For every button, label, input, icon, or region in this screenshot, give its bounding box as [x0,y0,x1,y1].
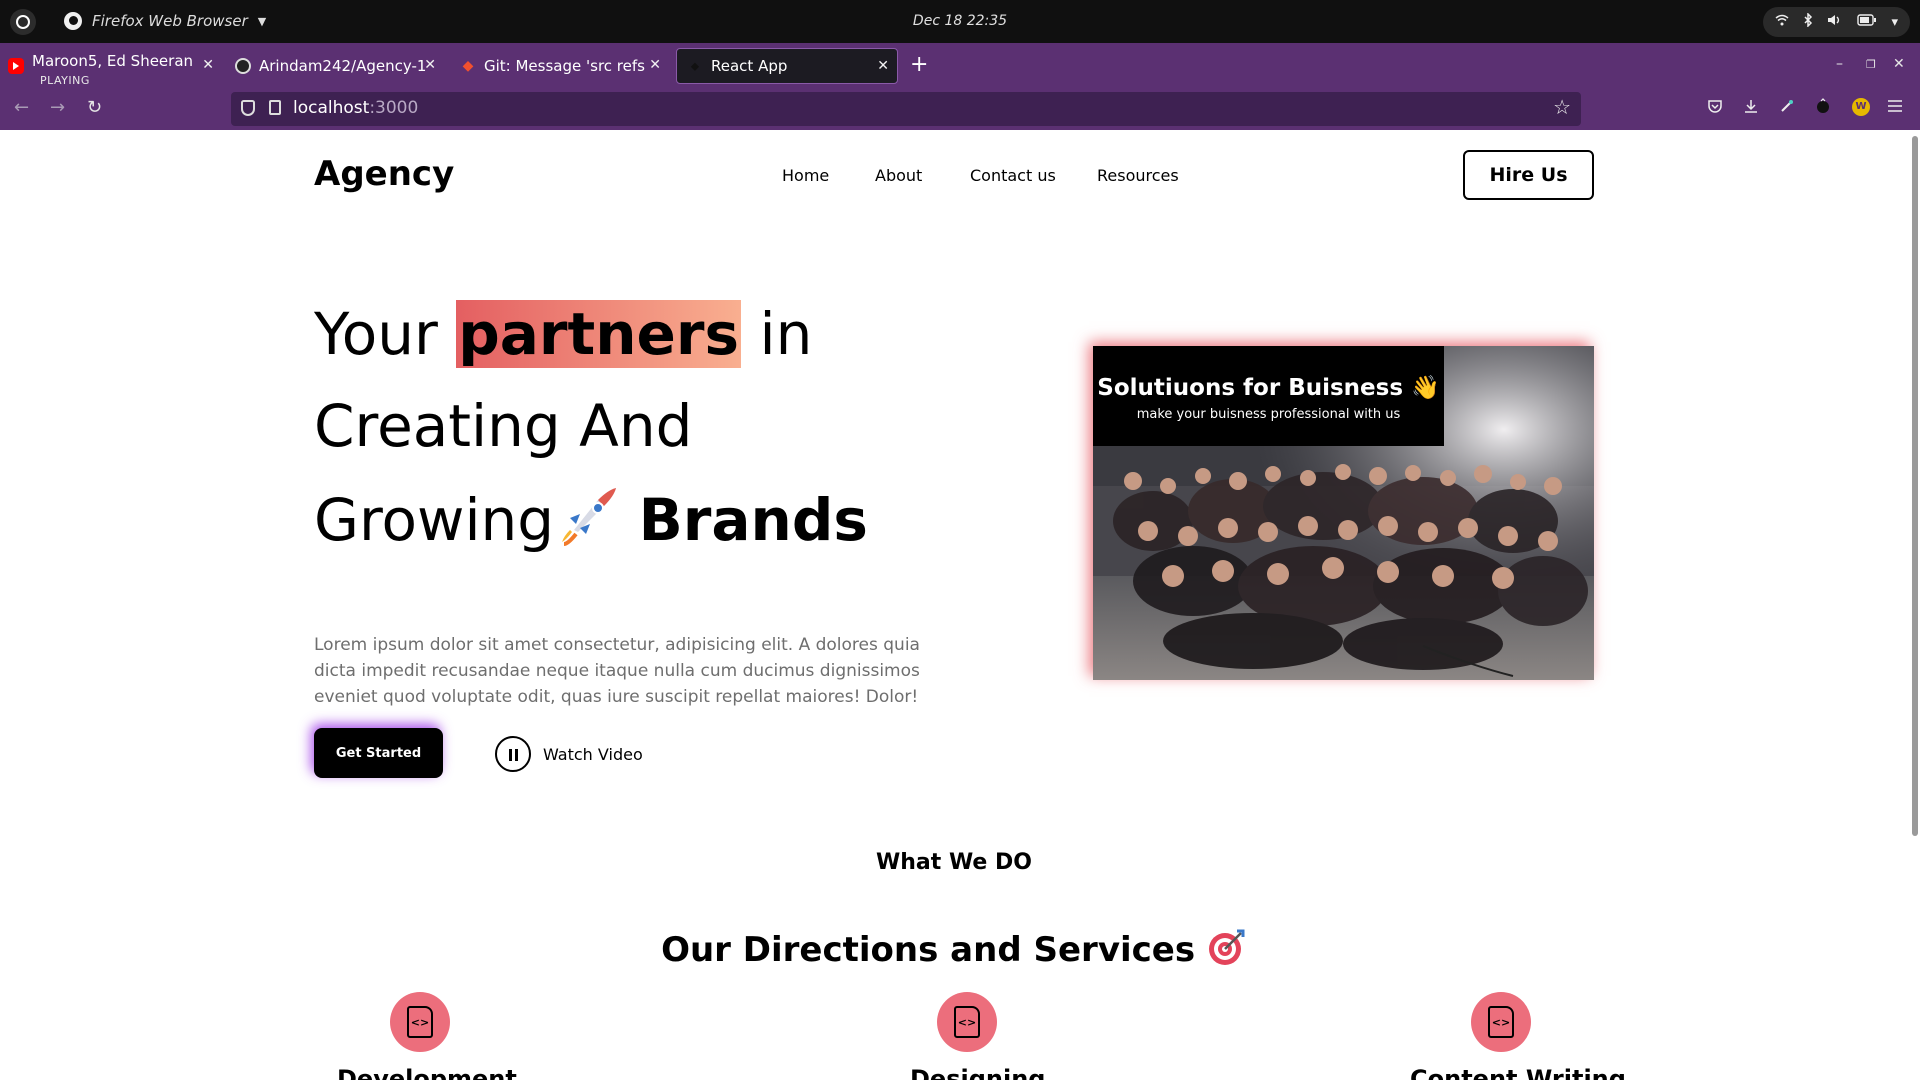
development-icon: <> [390,992,450,1052]
extension-icon[interactable] [1815,98,1831,118]
git-icon: ◆ [462,58,474,74]
watch-video-button[interactable]: Watch Video [495,736,643,772]
clock[interactable]: Dec 18 22:35 [0,13,1920,29]
hero-heading-line-1: Your partners in [314,300,813,368]
bluetooth-icon [1803,12,1813,31]
target-icon [1207,927,1247,967]
tab-strip: Maroon5, Ed Sheeran, PLAYING ✕ Arindam24… [0,43,1920,88]
hero-description: Lorem ipsum dolor sit amet consectetur, … [314,635,920,707]
highlighted-word: partners [456,300,742,368]
close-icon[interactable]: ✕ [877,58,889,74]
nav-link-resources[interactable]: Resources [1097,166,1179,185]
pocket-icon[interactable] [1707,98,1723,118]
bookmark-star-icon[interactable]: ☆ [1553,95,1571,119]
new-tab-button[interactable]: + [910,52,928,77]
page-icon[interactable] [269,100,281,115]
hero-heading-line-2: Creating And [314,392,693,460]
get-started-button[interactable]: Get Started [314,728,443,778]
tab-label: Git: Message 'src refs [484,57,645,75]
section-kicker: What We DO [876,850,1032,875]
tab-label: React App [711,57,788,75]
hero-heading-line-3: Growing Brands [314,484,868,554]
site-logo[interactable]: Agency [314,154,454,194]
content-writing-icon: <> [1471,992,1531,1052]
tab-playing-label: PLAYING [40,74,90,87]
page-viewport: Agency Home About Contact us Resources H… [0,130,1920,1080]
react-icon: ⬥ [690,58,700,73]
nav-link-home[interactable]: Home [782,166,829,185]
navigation-bar: ← → ↻ localhost:3000 ☆ W [0,88,1920,130]
tab-react-app[interactable]: ⬥ React App ✕ [676,48,898,84]
forward-icon[interactable]: → [50,97,65,118]
volume-icon [1827,14,1843,30]
reload-icon[interactable]: ↻ [87,97,102,118]
maximize-button[interactable]: ❐ [1866,58,1876,71]
close-icon[interactable]: ✕ [202,57,214,73]
battery-icon [1857,14,1877,30]
hire-us-button[interactable]: Hire Us [1463,150,1594,200]
eyedropper-icon[interactable] [1779,98,1795,118]
shield-icon[interactable] [241,100,255,116]
page-scrollbar[interactable] [1912,136,1918,836]
github-icon [235,58,251,74]
tab-youtube[interactable]: Maroon5, Ed Sheeran, PLAYING ✕ [8,48,218,87]
wallet-extension-icon[interactable]: W [1852,98,1870,116]
close-icon[interactable]: ✕ [424,57,436,73]
pause-icon [495,736,531,772]
tab-label: Maroon5, Ed Sheeran, [32,52,192,70]
rocket-icon [558,484,620,546]
hero-image-card: Solutiuons for Buisness 👋 make your buis… [1093,346,1594,680]
wifi-icon [1775,14,1789,30]
os-top-bar: Firefox Web Browser ▼ Dec 18 22:35 ▾ [0,0,1920,43]
service-title-content-writing: Content Writing [1410,1065,1626,1080]
card-caption: Solutiuons for Buisness 👋 make your buis… [1093,346,1444,446]
menu-icon[interactable] [1887,98,1903,117]
back-icon[interactable]: ← [14,97,29,118]
designing-icon: <> [937,992,997,1052]
card-title: Solutiuons for Buisness 👋 [1097,375,1440,401]
youtube-icon [8,58,24,74]
minimize-button[interactable]: – [1836,56,1843,72]
tab-label: Arindam242/Agency-1 [259,57,427,75]
system-tray[interactable]: ▾ [1763,7,1910,37]
close-window-button[interactable]: ✕ [1893,56,1905,72]
nav-link-about[interactable]: About [875,166,922,185]
nav-link-contact[interactable]: Contact us [970,166,1056,185]
url-text[interactable]: localhost:3000 [293,98,418,118]
close-icon[interactable]: ✕ [649,57,661,73]
watch-video-label: Watch Video [543,744,643,764]
download-icon[interactable] [1743,98,1759,118]
tab-git[interactable]: ◆ Git: Message 'src refs ✕ [460,48,665,84]
chevron-down-icon: ▾ [1891,14,1898,30]
url-bar[interactable]: localhost:3000 ☆ [231,92,1581,126]
card-subtitle: make your buisness professional with us [1136,407,1401,422]
tab-github[interactable]: Arindam242/Agency-1 ✕ [235,48,440,84]
service-title-development: Development [337,1065,517,1080]
section-heading: Our Directions and Services [0,927,1908,970]
service-title-designing: Designing [910,1065,1046,1080]
